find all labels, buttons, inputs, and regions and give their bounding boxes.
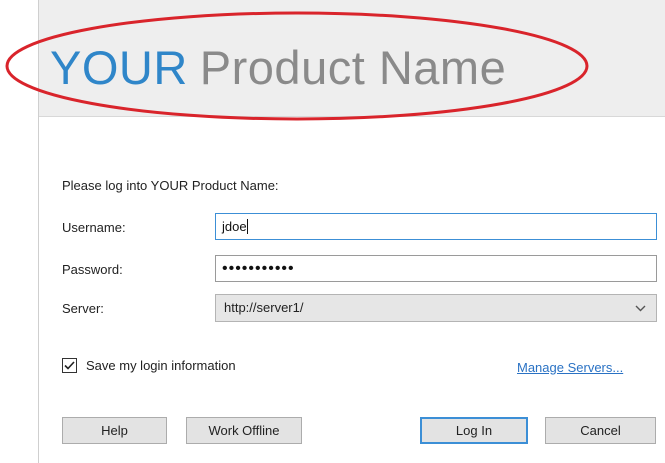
login-prompt: Please log into YOUR Product Name: (62, 178, 279, 193)
manage-servers-link[interactable]: Manage Servers... (517, 360, 623, 375)
save-login-label[interactable]: Save my login information (86, 358, 236, 373)
server-select[interactable]: http://server1/ (215, 294, 657, 322)
check-icon (64, 361, 75, 370)
brand-your-text: YOUR (50, 41, 188, 94)
log-in-button[interactable]: Log In (420, 417, 528, 444)
username-field[interactable]: jdoe (215, 213, 657, 240)
text-caret (246, 219, 248, 234)
password-field[interactable]: ••••••••••• (215, 255, 657, 282)
help-button[interactable]: Help (62, 417, 167, 444)
cancel-button[interactable]: Cancel (545, 417, 656, 444)
password-label: Password: (62, 262, 123, 277)
save-login-checkbox[interactable] (62, 358, 77, 373)
work-offline-button[interactable]: Work Offline (186, 417, 302, 444)
username-label: Username: (62, 220, 126, 235)
product-logo: YOUR Product Name (50, 40, 506, 96)
server-label: Server: (62, 301, 104, 316)
password-mask: ••••••••••• (222, 260, 295, 277)
server-value: http://server1/ (224, 300, 304, 315)
chevron-down-icon (635, 295, 646, 330)
username-value: jdoe (222, 219, 247, 234)
brand-product-text: Product Name (199, 41, 507, 94)
